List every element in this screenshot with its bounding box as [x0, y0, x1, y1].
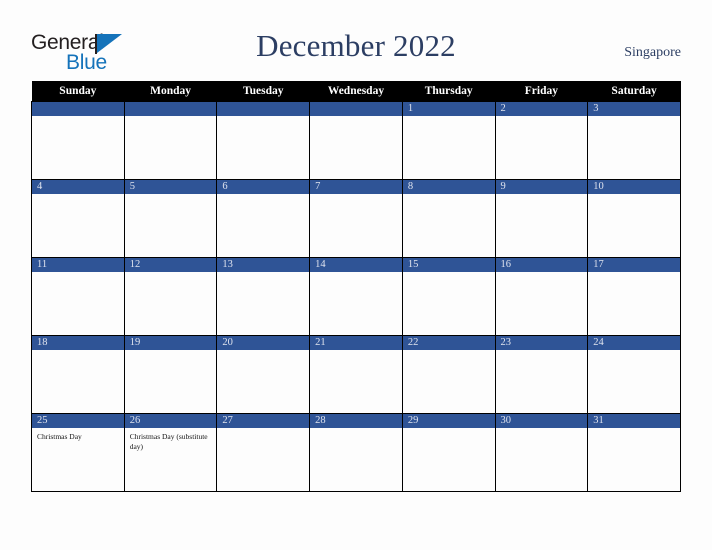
- calendar-day-cell[interactable]: 8: [401, 179, 496, 258]
- day-events: Christmas Day (substitute day): [125, 428, 217, 451]
- day-number: 30: [495, 414, 588, 428]
- calendar-body: 1 2 3 4 5 6 7 8 9 10 11 12 13 14 15 16 17 18 19 20 21 22 23 24 2…: [31, 101, 681, 492]
- day-number: 25: [32, 414, 124, 428]
- calendar-empty-cell: [309, 101, 403, 180]
- weekday-header-saturday: Saturday: [587, 81, 681, 102]
- calendar-week-row: 4 5 6 7 8 9 10: [31, 179, 681, 258]
- day-number: [217, 102, 310, 116]
- weekday-header-wednesday: Wednesday: [309, 81, 403, 102]
- day-number: 8: [402, 180, 495, 194]
- region-label: Singapore: [624, 45, 681, 60]
- calendar-day-cell[interactable]: 16: [494, 257, 589, 336]
- day-number: 7: [310, 180, 402, 194]
- calendar-day-cell[interactable]: 11: [31, 257, 125, 336]
- page-header: General Blue December 2022 Singapore: [0, 0, 712, 81]
- calendar-day-cell[interactable]: 13: [216, 257, 311, 336]
- calendar-week-row: 18 19 20 21 22 23 24: [31, 335, 681, 414]
- day-number: 21: [310, 336, 402, 350]
- calendar-day-cell[interactable]: 20: [216, 335, 311, 414]
- calendar-day-cell[interactable]: 2: [494, 101, 589, 180]
- calendar-day-cell[interactable]: 27: [216, 413, 311, 492]
- calendar-day-cell[interactable]: 18: [31, 335, 125, 414]
- weekday-header-tuesday: Tuesday: [216, 81, 310, 102]
- calendar-day-cell[interactable]: 3: [587, 101, 681, 180]
- calendar-day-cell[interactable]: 6: [216, 179, 311, 258]
- weekday-header-monday: Monday: [124, 81, 217, 102]
- day-number: 13: [217, 258, 310, 272]
- calendar-day-cell[interactable]: 4: [31, 179, 125, 258]
- calendar-day-cell[interactable]: 19: [123, 335, 218, 414]
- day-number: [32, 102, 124, 116]
- day-number: 11: [32, 258, 124, 272]
- calendar-day-cell[interactable]: 30: [494, 413, 589, 492]
- calendar-day-cell[interactable]: 1: [401, 101, 496, 180]
- page-title: December 2022: [256, 28, 456, 63]
- calendar-day-cell[interactable]: 31: [587, 413, 681, 492]
- calendar-day-cell[interactable]: 21: [309, 335, 403, 414]
- day-number: 18: [32, 336, 124, 350]
- holiday-label: Christmas Day (substitute day): [129, 432, 208, 451]
- calendar-week-row: 123: [31, 101, 681, 180]
- day-number: 31: [588, 414, 680, 428]
- weekday-header-sunday: Sunday: [31, 81, 125, 102]
- calendar-week-row: 11 12 13 14 15 16 17: [31, 257, 681, 336]
- calendar-day-cell[interactable]: 5: [123, 179, 218, 258]
- day-number: 6: [217, 180, 310, 194]
- calendar-day-cell[interactable]: 28: [309, 413, 403, 492]
- day-number: 27: [217, 414, 310, 428]
- day-number: 12: [124, 258, 217, 272]
- calendar-day-cell[interactable]: 29: [401, 413, 496, 492]
- day-number: 29: [402, 414, 495, 428]
- day-number: 15: [402, 258, 495, 272]
- day-number: [124, 102, 217, 116]
- weekday-header-friday: Friday: [495, 81, 588, 102]
- calendar-day-cell[interactable]: 15: [401, 257, 496, 336]
- calendar-day-cell[interactable]: 14: [309, 257, 403, 336]
- day-number: 3: [588, 102, 680, 116]
- day-number: 22: [402, 336, 495, 350]
- day-number: 19: [124, 336, 217, 350]
- day-number: 5: [124, 180, 217, 194]
- day-events: Christmas Day: [32, 428, 124, 442]
- calendar-day-cell[interactable]: 9: [494, 179, 589, 258]
- day-number: 1: [402, 102, 495, 116]
- calendar-day-cell[interactable]: 24: [587, 335, 681, 414]
- day-number: 16: [495, 258, 588, 272]
- day-number: 26: [124, 414, 217, 428]
- calendar-week-row: 25 Christmas Day 26 Christmas Day (substitu…: [31, 413, 681, 492]
- calendar-grid: Sunday Monday Tuesday Wednesday Thursday…: [31, 81, 681, 492]
- calendar-day-cell[interactable]: 17: [587, 257, 681, 336]
- day-number: 9: [495, 180, 588, 194]
- calendar-day-cell[interactable]: 25 Christmas Day: [31, 413, 125, 492]
- weekday-header-thursday: Thursday: [402, 81, 496, 102]
- day-number: 10: [588, 180, 680, 194]
- day-number: 2: [495, 102, 588, 116]
- day-number: 28: [310, 414, 402, 428]
- calendar-empty-cell: [123, 101, 218, 180]
- calendar-day-cell[interactable]: 10: [587, 179, 681, 258]
- day-number: 4: [32, 180, 124, 194]
- holiday-label: Christmas Day: [37, 432, 82, 441]
- day-number: [310, 102, 402, 116]
- calendar-day-cell[interactable]: 22: [401, 335, 496, 414]
- calendar-day-cell[interactable]: 26 Christmas Day (substitute day): [123, 413, 218, 492]
- day-number: 23: [495, 336, 588, 350]
- day-number: 14: [310, 258, 402, 272]
- calendar-empty-cell: [31, 101, 125, 180]
- calendar-day-cell[interactable]: 23: [494, 335, 589, 414]
- calendar-empty-cell: [216, 101, 311, 180]
- day-number: 20: [217, 336, 310, 350]
- calendar-day-cell[interactable]: 7: [309, 179, 403, 258]
- day-number: 24: [588, 336, 680, 350]
- weekday-header-row: Sunday Monday Tuesday Wednesday Thursday…: [31, 81, 681, 102]
- day-number: 17: [588, 258, 680, 272]
- calendar-day-cell[interactable]: 12: [123, 257, 218, 336]
